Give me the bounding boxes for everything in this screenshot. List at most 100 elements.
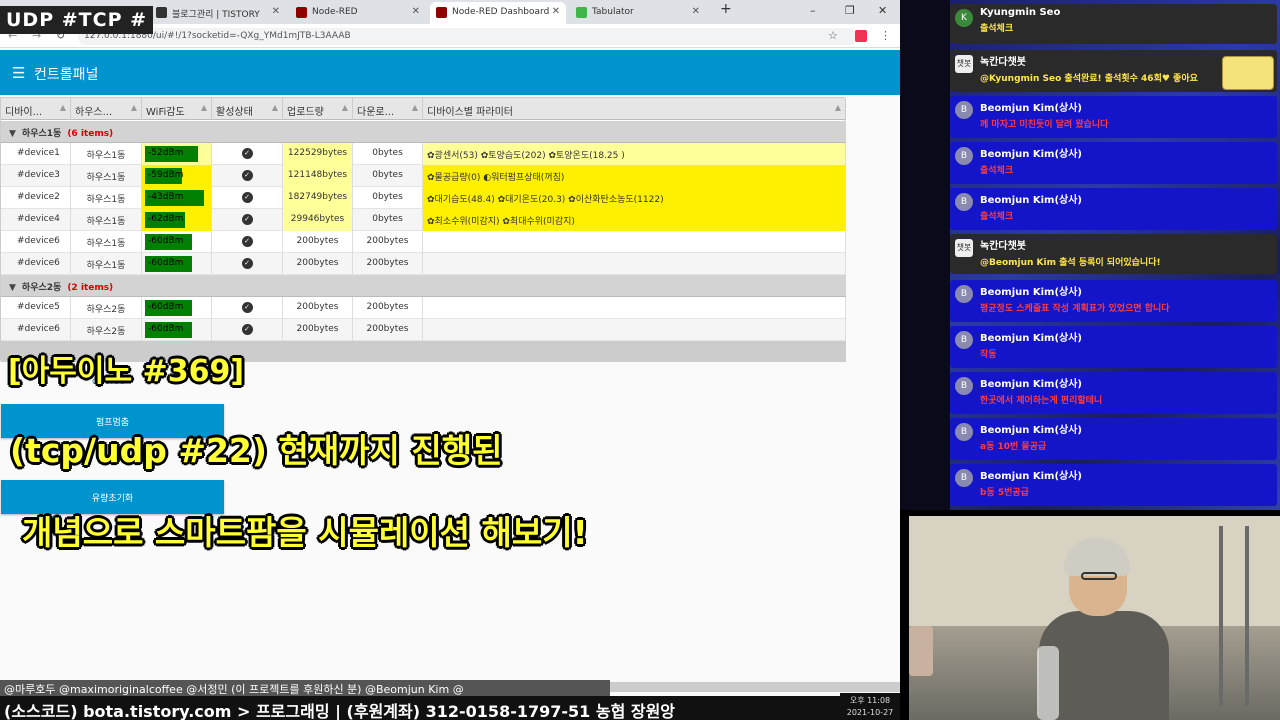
sort-arrow-icon[interactable]: ▲ (272, 103, 278, 112)
table-row[interactable]: #device5 하우스2동 -60dBm ✓ 200bytes 200bytes (1, 297, 846, 319)
download-cell: 200bytes (353, 319, 423, 341)
chat-text: b동 5번공급 (980, 488, 1029, 498)
table-row[interactable]: #device6 하우스2동 -60dBm ✓ 200bytes 200bytes (1, 319, 846, 341)
chat-avatar: B (955, 193, 973, 211)
browser-tab[interactable]: 블로그관리 | TISTORY ✕ (150, 2, 286, 24)
column-header-label: 활성상태 (216, 107, 253, 118)
webcam-water-bottle (1037, 646, 1059, 720)
chat-message: B Beomjun Kim(상사) a동 10번 물공급 (950, 418, 1277, 460)
chat-avatar: K (955, 9, 973, 27)
download-cell: 200bytes (353, 297, 423, 319)
upload-cell: 200bytes (283, 297, 353, 319)
tab-favicon-icon (296, 7, 307, 18)
window-close-icon[interactable]: ✕ (878, 4, 887, 17)
chat-avatar: B (955, 469, 973, 487)
wifi-cell: -60dBm (142, 253, 212, 275)
sort-arrow-icon[interactable]: ▲ (412, 103, 418, 112)
browser-tab[interactable]: Node-RED ✕ (290, 2, 426, 24)
collapse-arrow-icon[interactable]: ▼ (9, 129, 16, 139)
column-header-label: 디바이스별 파라미터 (427, 107, 513, 118)
group-row[interactable]: ▼ 하우스1동 (6 items) (1, 121, 846, 143)
chat-text: 출석체크 (980, 212, 1014, 222)
upload-cell: 200bytes (283, 253, 353, 275)
chat-text: a동 10번 물공급 (980, 442, 1047, 452)
chat-message: B Beomjun Kim(상사) 출석체크 (950, 188, 1277, 230)
chat-author: Beomjun Kim(상사) (980, 471, 1082, 482)
check-circle-icon: ✓ (241, 324, 253, 335)
upload-cell: 200bytes (283, 319, 353, 341)
chat-text: @Beomjun Kim 출석 등록이 되어있습니다! (980, 258, 1161, 268)
active-status-cell: ✓ (212, 297, 283, 319)
sort-arrow-icon[interactable]: ▲ (131, 103, 137, 112)
upload-cell: 29946bytes (283, 209, 353, 231)
house-cell: 하우스1동 (71, 187, 142, 209)
parameter-cell (423, 253, 846, 275)
column-header[interactable]: 디바이스별 파라미터 ▲ (423, 98, 846, 120)
house-cell: 하우스1동 (71, 209, 142, 231)
upload-cell: 200bytes (283, 231, 353, 253)
minimize-icon[interactable]: – (810, 4, 816, 17)
corner-title-overlay: UDP #TCP # (0, 6, 154, 34)
chat-avatar: B (955, 147, 973, 165)
chat-sticker (1222, 56, 1274, 90)
house-cell: 하우스1동 (71, 143, 142, 165)
tab-close-icon[interactable]: ✕ (552, 6, 560, 17)
active-status-cell: ✓ (212, 165, 283, 187)
column-header[interactable]: 활성상태 ▲ (212, 98, 283, 120)
download-cell: 0bytes (353, 209, 423, 231)
column-header[interactable]: WiFi감도 ▲ (142, 98, 212, 120)
device-id-cell: #device6 (1, 319, 71, 341)
device-id-cell: #device3 (1, 165, 71, 187)
chat-avatar: B (955, 331, 973, 349)
dashboard-toolbar: ☰ 컨트롤패널 (0, 50, 900, 95)
browser-tab[interactable]: Tabulator ✕ (570, 2, 706, 24)
table-row[interactable]: #device4 하우스1동 -62dBm ✓ 29946bytes 0bytes ✿최소수… (1, 209, 846, 231)
sort-arrow-icon[interactable]: ▲ (201, 103, 207, 112)
check-circle-icon: ✓ (241, 302, 253, 313)
table-row[interactable]: #device3 하우스1동 -59dBm ✓ 121148bytes 0bytes ✿물공… (1, 165, 846, 187)
house-cell: 하우스1동 (71, 231, 142, 253)
tab-close-icon[interactable]: ✕ (272, 6, 280, 17)
column-header-label: WiFi감도 (146, 107, 185, 118)
url-field[interactable]: 127.0.0.1:1880/ui/#!/1?socketid=-QXg_YMd… (78, 28, 858, 45)
chat-avatar: B (955, 285, 973, 303)
group-row[interactable]: ▼ 하우스2동 (2 items) (1, 275, 846, 297)
maximize-icon[interactable]: ❐ (845, 4, 855, 17)
check-circle-icon: ✓ (241, 170, 253, 181)
parameter-cell: ✿물공급량(0) ◐워터펌프상태(꺼짐) (423, 165, 846, 187)
column-header[interactable]: 하우스... ▲ (71, 98, 142, 120)
table-row[interactable]: #device1 하우스1동 -52dBm ✓ 122529bytes 0bytes ✿광센… (1, 143, 846, 165)
tab-favicon-icon (156, 7, 167, 18)
browser-tab[interactable]: Node-RED Dashboard ✕ (430, 2, 566, 24)
chat-avatar: B (955, 423, 973, 441)
house-cell: 하우스1동 (71, 165, 142, 187)
wifi-cell: -60dBm (142, 297, 212, 319)
table-row[interactable]: #device6 하우스1동 -60dBm ✓ 200bytes 200bytes (1, 253, 846, 275)
wifi-cell: -60dBm (142, 231, 212, 253)
sort-arrow-icon[interactable]: ▲ (835, 103, 841, 112)
column-header[interactable]: 디바이... ▲ (1, 98, 71, 120)
tab-close-icon[interactable]: ✕ (692, 6, 700, 17)
device-table: 디바이... ▲ 하우스... ▲ WiFi감도 ▲ 활성상태 ▲ 업로드량 ▲ 다운로... ▲ 디바… (0, 97, 846, 362)
sort-arrow-icon[interactable]: ▲ (342, 103, 348, 112)
house-cell: 하우스1동 (71, 253, 142, 275)
browser-menu-icon[interactable]: ⋮ (880, 29, 891, 42)
table-row[interactable]: #device6 하우스1동 -60dBm ✓ 200bytes 200bytes (1, 231, 846, 253)
table-row[interactable]: #device2 하우스1동 -43dBm ✓ 182749bytes 0bytes ✿대기… (1, 187, 846, 209)
ticker-scrollbar (610, 682, 900, 692)
tab-close-icon[interactable]: ✕ (412, 6, 420, 17)
new-tab-button[interactable]: + (720, 1, 732, 17)
chat-message: B Beomjun Kim(상사) 출석체크 (950, 142, 1277, 184)
extension-icon[interactable] (855, 30, 867, 42)
sort-arrow-icon[interactable]: ▲ (60, 103, 66, 112)
hamburger-menu-icon[interactable]: ☰ (12, 64, 25, 82)
chat-author: Beomjun Kim(상사) (980, 333, 1082, 344)
column-header[interactable]: 다운로... ▲ (353, 98, 423, 120)
collapse-arrow-icon[interactable]: ▼ (9, 283, 16, 293)
wifi-strength-bar: -60dBm (145, 234, 192, 250)
house-cell: 하우스2동 (71, 319, 142, 341)
device-id-cell: #device4 (1, 209, 71, 231)
column-header[interactable]: 업로드량 ▲ (283, 98, 353, 120)
download-cell: 200bytes (353, 253, 423, 275)
bookmark-star-icon[interactable]: ☆ (828, 29, 838, 42)
